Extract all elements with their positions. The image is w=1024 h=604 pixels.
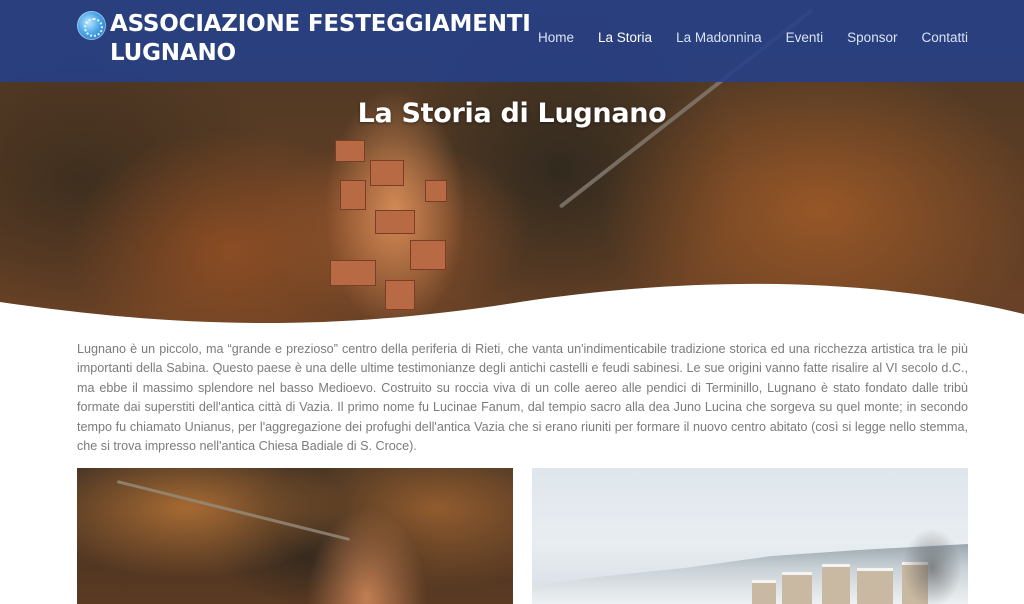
nav-la-storia[interactable]: La Storia	[598, 30, 652, 45]
nav-contatti[interactable]: Contatti	[921, 30, 968, 45]
page-title: La Storia di Lugnano	[357, 98, 667, 129]
photo-road	[116, 480, 351, 542]
main-nav: Home La Storia La Madonnina Eventi Spons…	[514, 30, 968, 45]
hero-wave-divider	[0, 283, 1024, 330]
snowy-tree	[902, 528, 962, 604]
top-navbar: ASSOCIAZIONE FESTEGGIAMENTI LUGNANO Home…	[0, 0, 1024, 82]
nav-sponsor[interactable]: Sponsor	[847, 30, 897, 45]
brand-title: ASSOCIAZIONE FESTEGGIAMENTI LUGNANO	[110, 11, 531, 66]
snowy-village-photo	[532, 468, 968, 604]
nav-home[interactable]: Home	[538, 30, 574, 45]
brand[interactable]: ASSOCIAZIONE FESTEGGIAMENTI LUGNANO	[77, 10, 540, 68]
aerial-village-photo	[77, 468, 513, 604]
rosette-logo-icon	[77, 11, 106, 40]
nav-la-madonnina[interactable]: La Madonnina	[676, 30, 762, 45]
history-intro-paragraph: Lugnano è un piccolo, ma “grande e prezi…	[77, 342, 968, 454]
nav-eventi[interactable]: Eventi	[786, 30, 824, 45]
